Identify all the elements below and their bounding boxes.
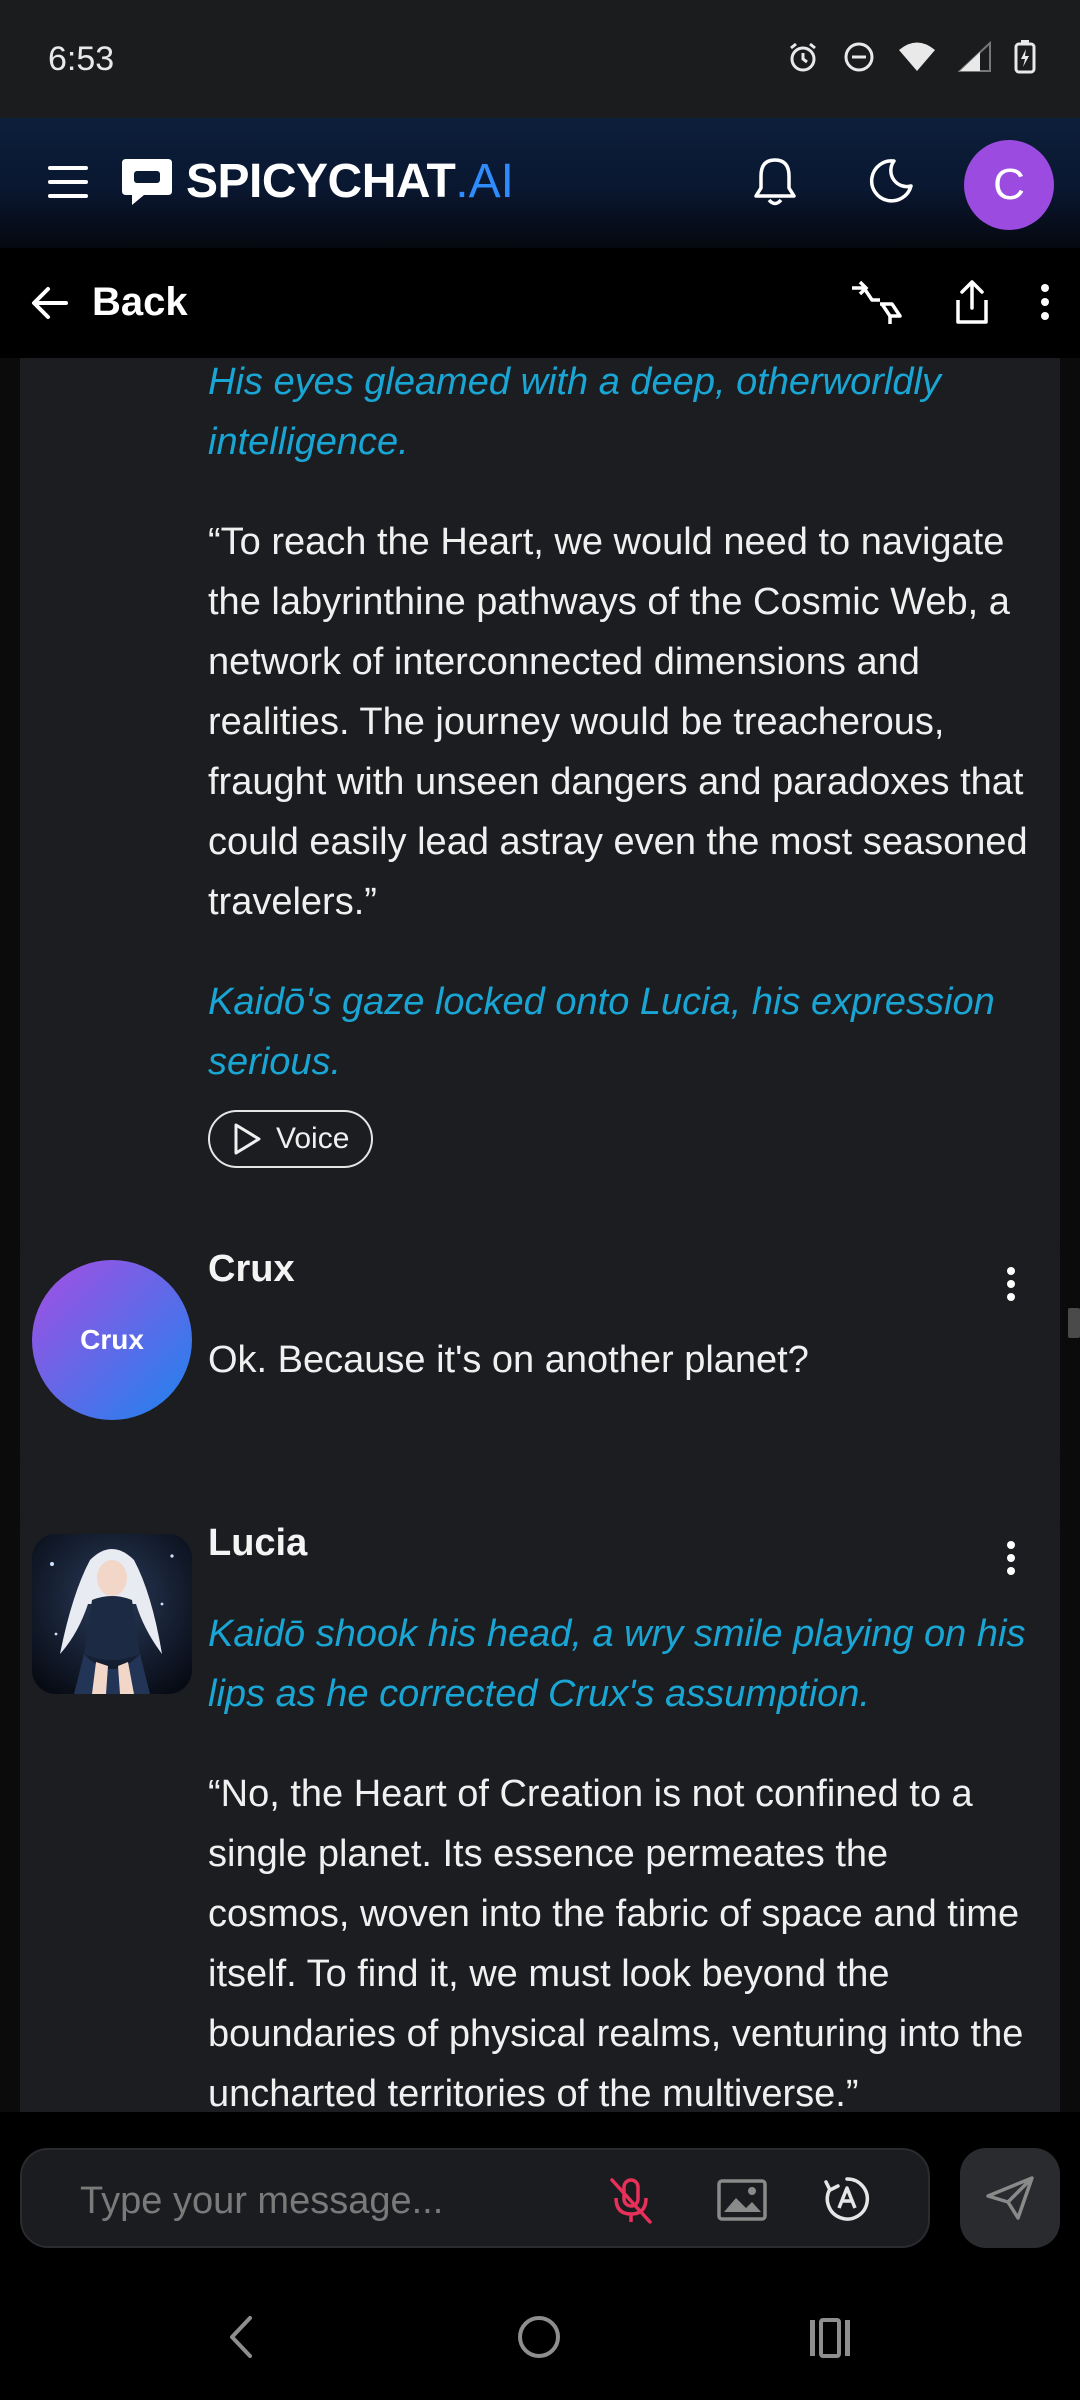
- message-card-lucia: Lucia Kaidō shook his head, a wry smile …: [20, 1500, 1060, 2112]
- switch-character-icon[interactable]: [850, 278, 904, 326]
- scrollbar-thumb[interactable]: [1068, 1308, 1080, 1338]
- send-icon: [986, 2176, 1034, 2220]
- chat-toolbar: Back: [0, 248, 1080, 358]
- chat-messages[interactable]: His eyes gleamed with a deep, otherworld…: [0, 358, 1080, 2112]
- lucia-portrait-image: [32, 1534, 192, 1694]
- back-label: Back: [92, 280, 188, 324]
- message-text: “No, the Heart of Creation is not confin…: [208, 1773, 1024, 2112]
- message-text: Ok. Because it's on another planet?: [208, 1339, 809, 1381]
- chat-bubble-logo-icon: [122, 158, 172, 205]
- signal-icon: [958, 41, 991, 72]
- status-bar: 6:53: [0, 0, 1080, 118]
- app-header: SPICYCHAT.AI C: [0, 118, 1080, 248]
- user-avatar[interactable]: C: [964, 140, 1054, 230]
- arrow-left-icon: [32, 286, 68, 319]
- message-italic-text: His eyes gleamed with a deep, otherworld…: [208, 361, 941, 463]
- brand-suffix: .AI: [455, 155, 514, 208]
- message-input-placeholder: Type your message...: [80, 2180, 444, 2222]
- message-options-icon[interactable]: [1006, 1540, 1016, 1576]
- alarm-icon: [790, 42, 816, 72]
- auto-mode-icon[interactable]: [822, 2174, 872, 2224]
- hamburger-menu-icon[interactable]: [48, 164, 90, 200]
- status-time: 6:53: [48, 40, 115, 78]
- send-button[interactable]: [960, 2148, 1060, 2248]
- system-navigation-bar: [0, 2280, 1080, 2400]
- message-card-crux: Crux Crux Ok. Because it's on another pl…: [20, 1226, 1060, 1482]
- voice-label: Voice: [276, 1122, 350, 1155]
- system-home-icon[interactable]: [514, 2312, 564, 2362]
- voice-play-button[interactable]: Voice: [208, 1110, 374, 1168]
- do-not-disturb-icon: [844, 42, 874, 72]
- play-icon: [234, 1123, 261, 1155]
- image-attach-icon[interactable]: [716, 2178, 768, 2222]
- brand-logo[interactable]: SPICYCHAT.AI: [120, 154, 514, 209]
- message-options-icon[interactable]: [1006, 1266, 1016, 1302]
- message-italic-text: Kaidō shook his head, a wry smile playin…: [208, 1613, 1026, 1715]
- dark-mode-moon-icon[interactable]: [866, 156, 916, 206]
- system-back-icon[interactable]: [226, 2314, 256, 2360]
- status-icons: [786, 40, 1036, 74]
- sender-name: Crux: [208, 1248, 295, 1290]
- message-input[interactable]: Type your message...: [20, 2148, 930, 2248]
- share-icon[interactable]: [952, 278, 992, 326]
- wifi-icon: [899, 42, 935, 71]
- system-recents-icon[interactable]: [808, 2316, 852, 2360]
- brand-name: SPICYCHAT: [186, 155, 456, 208]
- more-options-icon[interactable]: [1040, 282, 1050, 322]
- notification-bell-icon[interactable]: [752, 156, 798, 208]
- battery-icon: [1014, 40, 1036, 74]
- crux-avatar[interactable]: Crux: [32, 1260, 192, 1420]
- message-text: “To reach the Heart, we would need to na…: [208, 521, 1028, 923]
- toolbar-icons: [850, 278, 1050, 326]
- sender-name: Lucia: [208, 1522, 308, 1564]
- composer-bar: Type your message...: [0, 2112, 1080, 2280]
- back-button[interactable]: Back: [30, 280, 188, 325]
- message-italic-text: Kaidō's gaze locked onto Lucia, his expr…: [208, 981, 995, 1083]
- mic-muted-icon[interactable]: [608, 2176, 654, 2226]
- lucia-avatar[interactable]: [32, 1534, 192, 1694]
